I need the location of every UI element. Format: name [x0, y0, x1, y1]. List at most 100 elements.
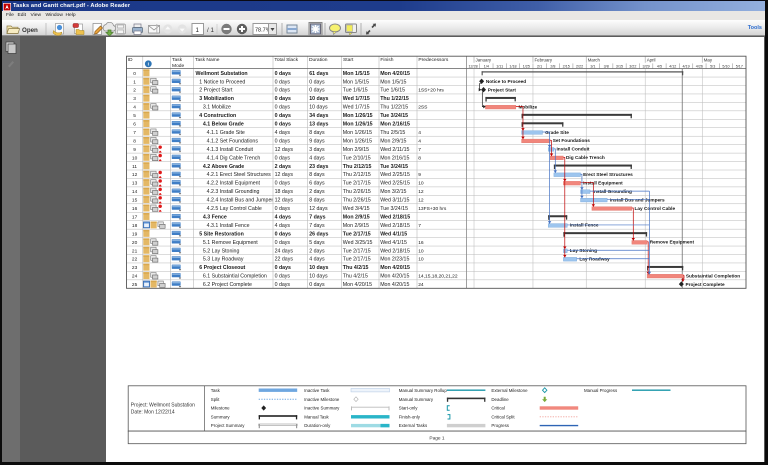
svg-text:10 days: 10 days — [309, 105, 328, 111]
svg-text:Start: Start — [343, 57, 354, 63]
svg-text:Wed 3/11/15: Wed 3/11/15 — [380, 198, 409, 204]
svg-text:Critical: Critical — [491, 406, 504, 411]
svg-text:Tue 1/6/15: Tue 1/6/15 — [343, 88, 368, 94]
svg-text:Set Foundations: Set Foundations — [553, 138, 591, 144]
svg-text:Mon 2/9/15: Mon 2/9/15 — [380, 138, 406, 144]
svg-text:5/10: 5/10 — [722, 65, 729, 69]
svg-text:Wed 2/11/15: Wed 2/11/15 — [380, 147, 409, 153]
svg-text:Remove Equipment: Remove Equipment — [650, 240, 695, 246]
svg-text:8: 8 — [133, 138, 136, 144]
svg-text:Manual Task: Manual Task — [304, 414, 329, 419]
svg-text:Install Grounding: Install Grounding — [593, 189, 632, 195]
svg-text:Inactive Task: Inactive Task — [304, 388, 330, 393]
svg-text:0 days: 0 days — [275, 282, 291, 288]
svg-text:Wed 3/25/15: Wed 3/25/15 — [343, 240, 373, 246]
svg-text:Thu 2/12/15: Thu 2/12/15 — [343, 172, 371, 178]
svg-text:Open: Open — [22, 27, 38, 34]
svg-text:19: 19 — [132, 231, 138, 237]
svg-text:Mon 4/20/15: Mon 4/20/15 — [380, 71, 410, 77]
svg-text:Mon 4/20/15: Mon 4/20/15 — [380, 265, 410, 271]
svg-text:Total Slack: Total Slack — [274, 57, 298, 63]
svg-text:0 days: 0 days — [275, 113, 291, 119]
svg-text:Mon 1/26/15: Mon 1/26/15 — [343, 113, 373, 119]
svg-text:2/15: 2/15 — [563, 65, 570, 69]
svg-text:Mon 4/20/15: Mon 4/20/15 — [380, 282, 409, 288]
svg-text:Finish: Finish — [380, 57, 393, 63]
svg-text:4: 4 — [133, 105, 136, 111]
svg-text:Page 1: Page 1 — [429, 436, 445, 442]
svg-text:January: January — [476, 58, 492, 63]
svg-text:23: 23 — [132, 265, 138, 271]
svg-text:Mon 1/26/15: Mon 1/26/15 — [343, 130, 372, 136]
svg-text:2SS: 2SS — [418, 105, 428, 111]
svg-text:Mon 1/5/15: Mon 1/5/15 — [343, 71, 370, 77]
svg-text:25: 25 — [132, 282, 138, 288]
svg-text:4.1.3 Install Conduit: 4.1.3 Install Conduit — [207, 147, 254, 153]
svg-text:Date: Mon 12/22/14: Date: Mon 12/22/14 — [131, 409, 175, 415]
svg-text:Thu 2/12/15: Thu 2/12/15 — [343, 164, 372, 170]
svg-text:10 days: 10 days — [309, 265, 328, 271]
svg-text:Inactive Milestone: Inactive Milestone — [304, 397, 340, 402]
svg-text:0 days: 0 days — [275, 71, 291, 77]
svg-text:0 days: 0 days — [275, 231, 291, 237]
svg-text:Install Equipment: Install Equipment — [583, 180, 623, 186]
svg-text:26 days: 26 days — [309, 231, 328, 237]
svg-text:24: 24 — [418, 282, 424, 288]
svg-text:3/29: 3/29 — [643, 65, 650, 69]
svg-text:12 days: 12 days — [275, 198, 294, 204]
svg-text:March: March — [588, 58, 601, 63]
svg-text:5 days: 5 days — [309, 240, 325, 246]
svg-text:4.2.2 Install Equipment: 4.2.2 Install Equipment — [207, 181, 261, 187]
svg-text:10: 10 — [418, 248, 424, 254]
svg-text:Wed 1/7/15: Wed 1/7/15 — [343, 105, 370, 111]
svg-text:2: 2 — [133, 88, 136, 94]
svg-text:9 days: 9 days — [309, 138, 325, 144]
svg-text:0 days: 0 days — [275, 181, 291, 187]
svg-text:5/3: 5/3 — [710, 65, 715, 69]
svg-text:6: 6 — [133, 122, 136, 128]
svg-text:17: 17 — [132, 214, 138, 220]
svg-text:Tue 3/24/15: Tue 3/24/15 — [380, 164, 408, 170]
svg-text:1/18: 1/18 — [509, 65, 516, 69]
svg-text:10 days: 10 days — [309, 274, 328, 280]
svg-text:12 days: 12 days — [275, 147, 294, 153]
svg-text:Tue 3/24/15: Tue 3/24/15 — [380, 206, 408, 212]
svg-text:Project Complete: Project Complete — [686, 282, 725, 288]
svg-text:6.1 Substaintial Completion: 6.1 Substaintial Completion — [203, 274, 267, 280]
svg-text:Task: Task — [211, 388, 221, 393]
svg-text:Grade Site: Grade Site — [545, 130, 569, 136]
svg-text:0 days: 0 days — [275, 206, 291, 212]
svg-text:Tue 2/17/15: Tue 2/17/15 — [343, 181, 371, 187]
svg-text:3/22: 3/22 — [629, 65, 636, 69]
svg-text:Mon 2/9/15: Mon 2/9/15 — [343, 147, 369, 153]
svg-text:1: 1 — [133, 79, 136, 85]
svg-text:34 days: 34 days — [309, 113, 328, 119]
svg-text:10 days: 10 days — [309, 96, 328, 102]
svg-text:Lay Stoning: Lay Stoning — [570, 248, 597, 254]
svg-text:10: 10 — [418, 257, 424, 263]
svg-text:Predecessors: Predecessors — [418, 57, 448, 63]
svg-text:External Milestone: External Milestone — [491, 388, 528, 393]
svg-text:12: 12 — [418, 198, 424, 204]
svg-text:2/22: 2/22 — [576, 65, 583, 69]
svg-text:4.1.2 Set Foundations: 4.1.2 Set Foundations — [207, 138, 259, 144]
svg-text:13FS+30 hrs: 13FS+30 hrs — [418, 206, 447, 212]
svg-text:3.1 Mobilize: 3.1 Mobilize — [203, 105, 231, 111]
svg-text:Mon 3/2/15: Mon 3/2/15 — [380, 189, 406, 195]
svg-text:Tue 1/6/15: Tue 1/6/15 — [380, 88, 405, 94]
svg-text:Thu 4/2/15: Thu 4/2/15 — [343, 274, 368, 280]
svg-text:Critical Split: Critical Split — [491, 414, 515, 419]
svg-text:Milestone: Milestone — [211, 406, 230, 411]
svg-text:Mon 2/16/15: Mon 2/16/15 — [380, 155, 409, 161]
svg-text:7 days: 7 days — [309, 223, 325, 229]
svg-text:13: 13 — [132, 181, 138, 187]
svg-text:0 days: 0 days — [309, 88, 325, 94]
svg-text:5.3 Lay Roadway: 5.3 Lay Roadway — [203, 257, 244, 263]
svg-text:0 days: 0 days — [275, 155, 291, 161]
svg-text:Project: Wellmont Substation: Project: Wellmont Substation — [131, 403, 195, 409]
svg-text:Mon 2/9/15: Mon 2/9/15 — [343, 223, 369, 229]
svg-text:20: 20 — [132, 240, 138, 246]
svg-text:Duration: Duration — [309, 57, 328, 63]
svg-text:Tue 2/17/15: Tue 2/17/15 — [343, 248, 371, 254]
svg-text:14: 14 — [132, 189, 138, 195]
